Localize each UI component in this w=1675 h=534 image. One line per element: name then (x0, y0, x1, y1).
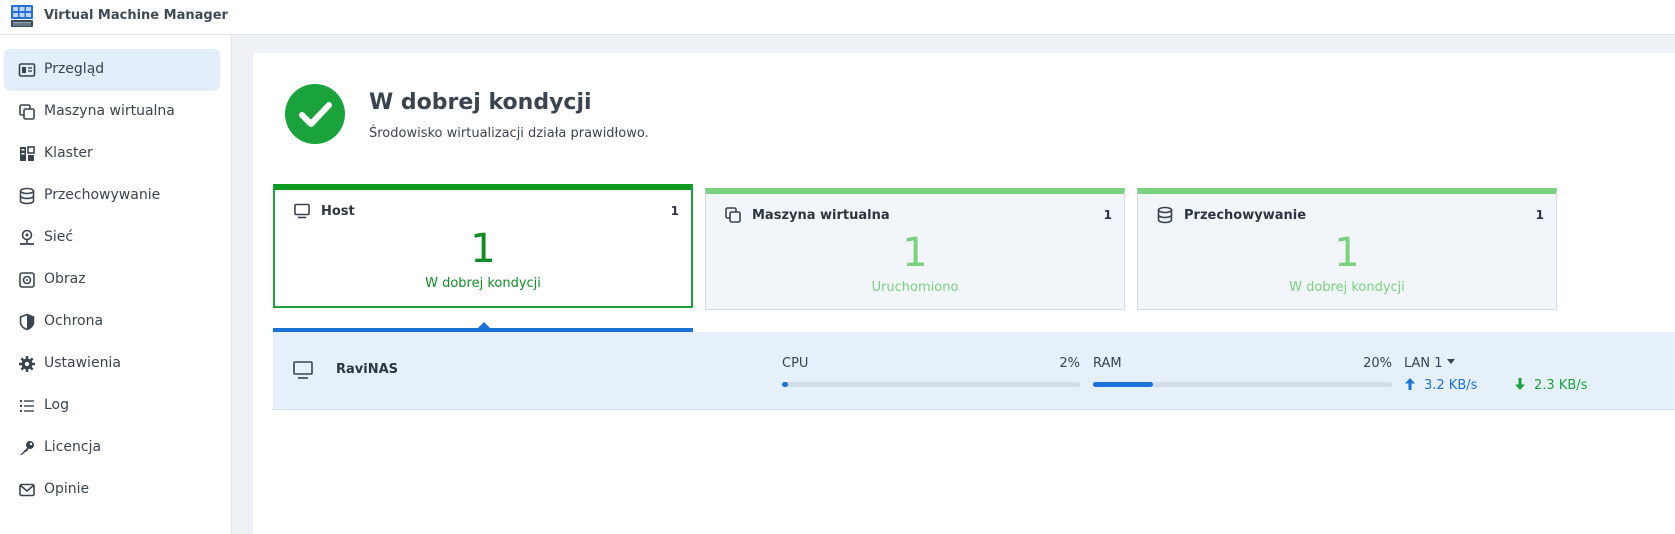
arrow-up-icon (1405, 378, 1415, 390)
sidebar-item-log[interactable]: Log (4, 385, 220, 427)
lan-selector[interactable]: LAN 1 (1404, 356, 1455, 371)
ram-usage-fill (1093, 382, 1153, 387)
cpu-usage-fill (782, 382, 788, 387)
vmm-app-icon (11, 5, 33, 27)
health-status-indicator (285, 84, 345, 144)
sidebar-item-feedback[interactable]: Opinie (4, 469, 220, 511)
image-icon (19, 272, 35, 288)
card-value: 1 (1334, 230, 1360, 276)
sidebar-item-label: Obraz (44, 271, 86, 287)
overview-icon (18, 63, 36, 77)
sidebar-item-label: Sieć (44, 229, 74, 245)
card-storage[interactable]: Przechowywanie 1 1 W dobrej kondycji (1137, 188, 1557, 310)
ram-percent: 20% (1363, 356, 1392, 371)
checkmark-icon (299, 102, 332, 127)
monitor-icon (294, 203, 310, 219)
health-status-title: W dobrej kondycji (369, 90, 592, 115)
card-status: W dobrej kondycji (1289, 280, 1405, 295)
app-title: Virtual Machine Manager (44, 8, 228, 23)
sidebar-item-label: Opinie (44, 481, 90, 497)
ram-label: RAM (1093, 356, 1122, 371)
title-bar: Virtual Machine Manager (0, 0, 1675, 35)
sidebar-item-label: Maszyna wirtualna (44, 103, 175, 119)
list-icon (20, 400, 34, 412)
sidebar-item-label: Log (44, 397, 70, 413)
host-name: RaviNAS (336, 362, 399, 377)
card-host[interactable]: Host 1 1 W dobrej kondycji (273, 184, 693, 308)
shield-icon (19, 313, 35, 331)
card-count: 1 (1535, 208, 1544, 222)
card-title: Przechowywanie (1184, 208, 1307, 223)
health-status-subtitle: Środowisko wirtualizacji działa prawidło… (369, 126, 649, 141)
cpu-label: CPU (782, 356, 809, 371)
sidebar-item-protection[interactable]: Ochrona (4, 301, 220, 343)
sidebar-item-network[interactable]: Sieć (4, 217, 220, 259)
card-count: 1 (670, 204, 679, 218)
network-icon (20, 229, 34, 245)
sidebar-item-vm[interactable]: Maszyna wirtualna (4, 91, 220, 133)
storage-icon (1157, 206, 1173, 224)
sidebar-item-overview[interactable]: Przegląd (4, 49, 220, 91)
sidebar-item-label: Klaster (44, 145, 93, 161)
card-title: Host (321, 204, 355, 219)
key-icon (20, 441, 34, 455)
card-status: W dobrej kondycji (425, 276, 541, 291)
vm-icon (19, 104, 35, 120)
card-status: Uruchomiono (871, 280, 959, 295)
sidebar-item-cluster[interactable]: Klaster (4, 133, 220, 175)
card-title: Maszyna wirtualna (752, 208, 890, 223)
sidebar-item-label: Przegląd (44, 61, 105, 77)
card-count: 1 (1103, 208, 1112, 222)
gear-icon (19, 356, 35, 372)
card-value: 1 (470, 226, 496, 272)
ram-usage-bar (1093, 382, 1392, 387)
sidebar-item-settings[interactable]: Ustawienia (4, 343, 220, 385)
sidebar-item-label: Ochrona (44, 313, 104, 329)
sidebar-item-storage[interactable]: Przechowywanie (4, 175, 220, 217)
upload-speed: 3.2 KB/s (1424, 378, 1478, 393)
cpu-percent: 2% (1059, 356, 1080, 371)
card-vm[interactable]: Maszyna wirtualna 1 1 Uruchomiono (705, 188, 1125, 310)
card-value: 1 (902, 230, 928, 276)
cpu-usage-bar (782, 382, 1080, 387)
arrow-down-icon (1515, 378, 1525, 390)
cluster-icon (20, 146, 35, 161)
sidebar-item-image[interactable]: Obraz (4, 259, 220, 301)
sidebar-item-license[interactable]: Licencja (4, 427, 220, 469)
mail-icon (19, 483, 35, 497)
sidebar-item-label: Licencja (44, 439, 102, 455)
host-row[interactable] (273, 332, 1675, 410)
sidebar-item-label: Ustawienia (44, 355, 121, 371)
download-speed: 2.3 KB/s (1534, 378, 1588, 393)
sidebar: Przegląd Maszyna wirtualna Klaster Przec… (0, 35, 232, 534)
vm-icon (725, 207, 741, 223)
storage-icon (19, 187, 35, 205)
sidebar-item-label: Przechowywanie (44, 187, 161, 203)
lan-label: LAN 1 (1404, 356, 1443, 371)
monitor-icon (293, 361, 313, 379)
caret-down-icon (1446, 359, 1455, 364)
